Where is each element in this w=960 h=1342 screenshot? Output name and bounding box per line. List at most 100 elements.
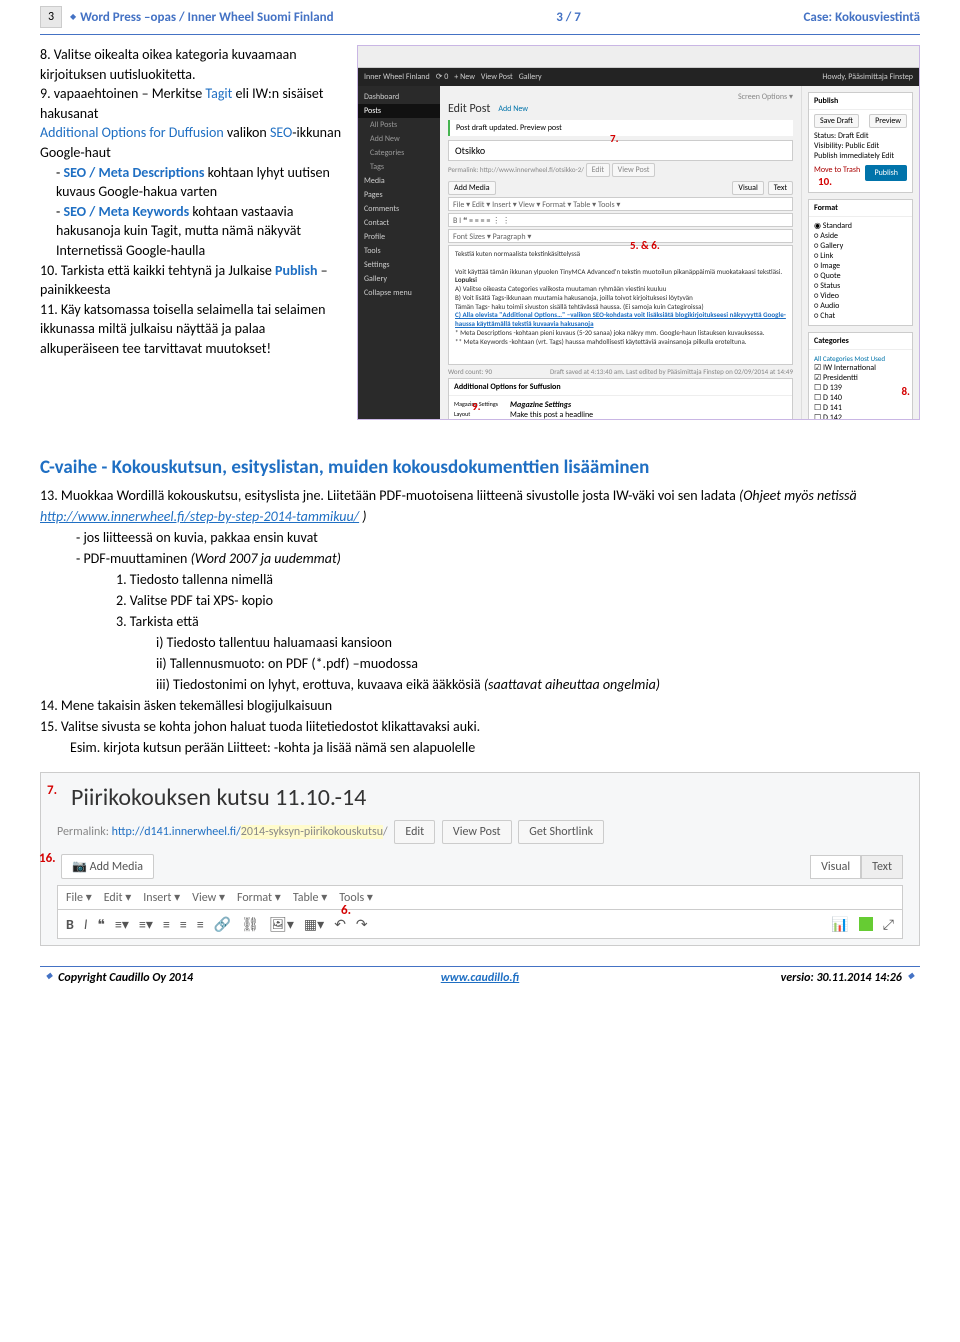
diamond-icon: ◆ — [908, 971, 914, 985]
step-9: 9. vapaaehtoinen – Merkitse Tagit eli IW… — [40, 84, 345, 123]
table-icon[interactable]: ▦▾ — [304, 916, 324, 933]
step-14: 14. Mene takaisin äsken tekemällesi blog… — [40, 695, 920, 716]
step-by-step-link[interactable]: http://www.innerwheel.fi/step-by-step-20… — [40, 508, 359, 525]
marker-7: 7. — [610, 132, 619, 145]
fullscreen-icon[interactable]: ⤢ — [883, 916, 894, 933]
categories-heading: Categories — [809, 333, 912, 350]
wp-adminbar[interactable]: Inner Wheel Finland ⟳ 0 + New View Post … — [358, 68, 919, 86]
pdf-check-i: i) Tiedosto tallentuu haluamaasi kansioo… — [40, 632, 920, 653]
page-footer: ◆ Copyright Caudillo Oy 2014 www.caudill… — [40, 966, 920, 985]
unlink-icon[interactable]: ⛓ — [241, 916, 259, 933]
save-draft-button[interactable]: Save Draft — [814, 114, 859, 128]
editor-menu[interactable]: File ▾ Edit ▾ Insert ▾ View ▾ Format ▾ T… — [448, 197, 793, 211]
step-11: 11. Käy katsomassa toisella selaimella t… — [40, 300, 345, 359]
step-9-adf: Additional Options for Duffusion valikon… — [40, 123, 345, 162]
diamond-icon: ◆ — [70, 12, 76, 22]
c-phase-body: 13. Muokkaa Wordillä kokouskutsu, esitys… — [40, 485, 920, 758]
pdf-step-2: 2. Valitse PDF tai XPS- kopio — [40, 590, 920, 611]
editor2-toolbar[interactable]: B I ❝ ≡▾ ≡▾ ≡ ≡ ≡ 🔗 ⛓ 🖼▾ ▦▾ ↶ ↷ 📊 ⤢ — [57, 909, 903, 939]
list-icon[interactable]: ≡▾ — [115, 916, 129, 933]
perma2-edit[interactable]: Edit — [394, 820, 435, 844]
move-to-trash[interactable]: Move to Trash — [814, 165, 860, 175]
pdf-check-iii: iii) Tiedostonimi on lyhyt, erottuva, ku… — [40, 674, 920, 695]
marker-8: 8. — [901, 385, 910, 398]
format-list[interactable]: Standard Aside Gallery Link Image Quote … — [809, 217, 912, 325]
link-icon[interactable]: 🔗 — [214, 916, 231, 933]
marker-10: 10. — [818, 175, 832, 188]
pdf-step-3: 3. Tarkista että — [40, 611, 920, 632]
footer-version: versio: 30.11.2014 14:26 — [621, 971, 902, 985]
pdf-check-ii: ii) Tallennusmuoto: on PDF (*.pdf) –muod… — [40, 653, 920, 674]
instructions-left: 8. Valitse oikealta oikea kategoria kuva… — [40, 45, 345, 420]
edit-post-title: Edit Post — [448, 102, 490, 116]
bullet-pdf: - PDF-muuttaminen (Word 2007 ja uudemmat… — [40, 548, 920, 569]
screen-options[interactable]: Screen Options ▾ — [448, 92, 793, 102]
editor-screenshot-2: 7. Piirikokouksen kutsu 11.10.-14 Permal… — [40, 772, 920, 946]
word-count: Word count: 90 — [448, 367, 492, 376]
publish-imm-row: Publish immediately Edit — [814, 151, 907, 161]
c-phase-heading: C-vaihe - Kokouskutsun, esityslistan, mu… — [40, 456, 920, 479]
update-notice: Post draft updated. Preview post — [448, 120, 793, 136]
browser-chrome — [358, 46, 919, 68]
permalink-view[interactable]: View Post — [612, 163, 656, 177]
tab-text[interactable]: Text — [768, 181, 793, 195]
draft-saved: Draft saved at 4:13:40 am. Last edited b… — [550, 367, 793, 376]
add-media-button[interactable]: Add Media — [448, 181, 496, 195]
wp-main: Screen Options ▾ Edit Post Add New Post … — [440, 86, 801, 420]
marker2-16: 16. — [39, 851, 56, 866]
diamond-icon: ◆ — [46, 971, 52, 985]
editor-toolbar1[interactable]: B I ❝ ≡ ≡ ≡ ≡ ⋮ ⋮ — [448, 213, 793, 227]
redo-icon[interactable]: ↷ — [356, 916, 368, 933]
step-15: 15. Valitse sivusta se kohta johon halua… — [40, 716, 920, 737]
tab-visual[interactable]: Visual — [732, 181, 763, 195]
status-row: Status: Draft Edit — [814, 131, 907, 141]
footer-copyright: Copyright Caudillo Oy 2014 — [58, 971, 339, 985]
undo-icon[interactable]: ↶ — [334, 916, 346, 933]
editor2-menu[interactable]: File ▾ Edit ▾ Insert ▾ View ▾ Format ▾ T… — [57, 885, 903, 909]
numlist-icon[interactable]: ≡▾ — [139, 916, 153, 933]
step-15-example: Esim. kirjota kutsun perään Liitteet: -k… — [40, 737, 920, 758]
bullet-images: - jos liitteessä on kuvia, pakkaa ensin … — [40, 527, 920, 548]
categories-list[interactable]: All Categories Most Used IW Internationa… — [809, 350, 912, 420]
format-heading: Format — [809, 200, 912, 217]
step-8: 8. Valitse oikealta oikea kategoria kuva… — [40, 45, 345, 84]
align-left-icon[interactable]: ≡ — [163, 916, 170, 933]
add-new-link[interactable]: Add New — [498, 104, 528, 114]
page-number-box: 3 — [40, 6, 62, 28]
step-9-meta1: - SEO / Meta Descriptions kohtaan lyhyt … — [40, 163, 345, 202]
marker-9: 9. — [472, 400, 481, 413]
perma2-view[interactable]: View Post — [442, 820, 512, 844]
marker2-7: 7. — [47, 783, 57, 798]
additional-options-box: Additional Options for Suffusion Magazin… — [448, 378, 793, 420]
perma2-shortlink[interactable]: Get Shortlink — [518, 820, 604, 844]
header-title: Word Press –opas / Inner Wheel Suomi Fin… — [80, 10, 333, 25]
visibility-row: Visibility: Public Edit — [814, 141, 907, 151]
wordpress-screenshot: Inner Wheel Finland ⟳ 0 + New View Post … — [357, 45, 920, 420]
wp-sidebar[interactable]: Dashboard Posts All Posts Add New Catego… — [358, 86, 440, 420]
preview-button[interactable]: Preview — [869, 114, 907, 128]
publish-heading: Publish — [809, 93, 912, 110]
header-right: Case: Kokousviestintä — [804, 10, 920, 25]
image-icon[interactable]: 🖼▾ — [269, 916, 294, 933]
marker-5-6: 5. & 6. — [630, 239, 660, 252]
align-center-icon[interactable]: ≡ — [180, 916, 187, 933]
editor-content[interactable]: Tekstiä kuten normaalista tekstinkäsitte… — [448, 245, 793, 365]
color-icon[interactable] — [859, 917, 873, 931]
editor-toolbar2[interactable]: Font Sizes ▾ Paragraph ▾ — [448, 229, 793, 243]
tab-text-2[interactable]: Text — [861, 855, 903, 879]
publish-button[interactable]: Publish — [865, 165, 907, 181]
footer-link[interactable]: www.caudillo.fi — [441, 971, 520, 985]
pdf-step-1: 1. Tiedosto tallenna nimellä — [40, 569, 920, 590]
add-media-button-2[interactable]: 📷 Add Media — [61, 854, 154, 879]
step-9-meta2: - SEO / Meta Keywords kohtaan vastaavia … — [40, 202, 345, 261]
permalink-row: Permalink: http://www.innerwheel.fi/otsi… — [448, 163, 793, 177]
permalink-edit[interactable]: Edit — [586, 163, 611, 177]
post-title-2[interactable]: Piirikokouksen kutsu 11.10.-14 — [57, 783, 903, 812]
step-10: 10. Tarkista että kaikki tehtynä ja Julk… — [40, 261, 345, 300]
tab-visual-2[interactable]: Visual — [810, 855, 861, 879]
align-right-icon[interactable]: ≡ — [197, 916, 204, 933]
marker2-6: 6. — [341, 903, 351, 918]
page-header: 3 ◆ Word Press –opas / Inner Wheel Suomi… — [40, 0, 920, 35]
chart-icon[interactable]: 📊 — [831, 916, 848, 933]
title-field[interactable]: Otsikko — [448, 140, 793, 161]
